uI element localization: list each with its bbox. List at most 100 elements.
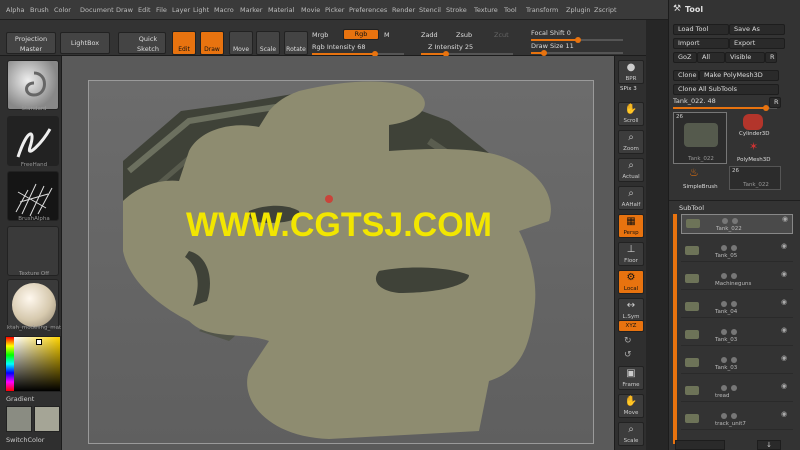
freehand-stroke-thumb[interactable] [7,116,59,166]
tray-divider[interactable] [646,20,668,450]
subtool-row-0[interactable]: ◉ Tank_022 [681,214,793,234]
projection-master-button[interactable]: Projection Master [6,32,56,54]
xyz-button[interactable]: XYZ [618,320,644,332]
frame-button[interactable]: ▣ Frame [618,366,644,390]
standard-brush-thumb[interactable] [7,60,59,110]
menu-zscript[interactable]: Zscript [594,6,617,14]
tool-thumb-tank-2[interactable]: 26 Tank_022 [729,166,781,190]
clone-all-subtools-button[interactable]: Clone All SubTools [673,84,779,95]
local-button[interactable]: ⚙ Local [618,270,644,294]
menu-render[interactable]: Render [392,6,415,14]
menu-tool[interactable]: Tool [504,6,517,14]
edit-button[interactable]: Edit [172,31,196,55]
zsub-toggle[interactable]: Zsub [456,31,472,39]
rotate-axis-icon[interactable]: ↻ [624,336,632,346]
import-button[interactable]: Import [673,38,729,49]
persp-button[interactable]: ▦ Persp [618,214,644,238]
color-cursor-icon[interactable] [36,339,42,345]
menu-light[interactable]: Light [193,6,209,14]
scale-view-button[interactable]: ⌕ Scale [618,422,644,446]
all-button[interactable]: All [697,52,725,63]
menu-stroke[interactable]: Stroke [446,6,467,14]
move-button[interactable]: Move [229,31,253,55]
menu-macro[interactable]: Macro [214,6,234,14]
quick-sketch-button[interactable]: Quick Sketch [118,32,166,54]
subtool-row-7[interactable]: ◉ track_unit7 [681,410,793,430]
cylinder-icon[interactable] [743,114,763,130]
actual-button[interactable]: ⌕ Actual [618,158,644,182]
goz-r-button[interactable]: R [765,52,777,63]
menu-zplugin[interactable]: Zplugin [566,6,591,14]
lightbox-button[interactable]: LightBox [60,32,110,54]
polymesh-star-icon[interactable]: ✶ [749,140,758,153]
switch-color-button[interactable]: SwitchColor [6,436,44,444]
focal-shift-slider[interactable] [531,37,623,43]
simplebrush-icon[interactable]: ♨ [689,166,699,179]
tank-model[interactable]: WWW.CGTSJ.COM [89,81,595,445]
load-tool-button[interactable]: Load Tool [673,24,729,35]
menu-edit[interactable]: Edit [138,6,151,14]
spix-label[interactable]: SPix 3 [620,86,637,92]
menu-marker[interactable]: Marker [240,6,262,14]
lsym-button[interactable]: ↔ L.Sym [618,298,644,322]
hue-strip[interactable] [6,337,14,391]
menu-picker[interactable]: Picker [325,6,344,14]
tool-thumb-tank[interactable]: 26 Tank_022 [673,112,727,164]
subtool-row-6[interactable]: ◉ tread [681,382,793,402]
rgb-toggle[interactable]: Rgb [343,29,379,40]
menu-alpha[interactable]: Alpha [6,6,24,14]
main-color-swatch[interactable] [6,406,32,432]
subtool-row-4[interactable]: ◉ Tank_03 [681,326,793,346]
canvas[interactable]: WWW.CGTSJ.COM [88,80,594,444]
subtool-row-3[interactable]: ◉ Tank_04 [681,298,793,318]
subtool-header[interactable]: SubTool [679,204,704,212]
current-tool-slider[interactable]: Tank_022. 48 [673,97,777,111]
color-picker[interactable] [5,336,61,392]
m-toggle[interactable]: M [384,31,390,39]
bpr-button[interactable]: ● BPR [618,60,644,84]
menu-stencil[interactable]: Stencil [419,6,441,14]
move-view-button[interactable]: ✋ Move [618,394,644,418]
move-down-arrow-icon[interactable]: ↓ [757,440,781,450]
z-intensity-slider[interactable] [421,51,513,57]
scroll-button[interactable]: ✋ Scroll [618,102,644,126]
brush-alpha-thumb[interactable] [7,171,59,221]
save-as-button[interactable]: Save As [729,24,785,35]
floor-button[interactable]: ⊥ Floor [618,242,644,266]
mrgb-toggle[interactable]: Mrgb [312,31,328,39]
draw-size-slider[interactable] [531,50,623,56]
rotate-button[interactable]: Rotate [284,31,308,55]
zoom-button[interactable]: ⌕ Zoom [618,130,644,154]
subtool-row-5[interactable]: ◉ Tank_03 [681,354,793,374]
saturation-value-square[interactable] [14,337,60,391]
goz-button[interactable]: GoZ [673,52,697,63]
menu-material[interactable]: Material [268,6,294,14]
scale-button[interactable]: Scale [256,31,280,55]
menu-brush[interactable]: Brush [30,6,49,14]
zadd-toggle[interactable]: Zadd [421,31,438,39]
material-thumb[interactable] [7,279,59,329]
tool-palette-title[interactable]: Tool [685,5,703,14]
rgb-intensity-slider[interactable] [312,51,404,57]
menu-movie[interactable]: Movie [301,6,320,14]
tool-r-button[interactable]: R [769,97,781,108]
list-all-button[interactable] [675,440,725,450]
subtool-row-2[interactable]: ◉ Machineguns [681,270,793,290]
rotate-z-icon[interactable]: ↺ [624,350,632,360]
clone-button[interactable]: Clone [673,70,699,81]
menu-file[interactable]: File [156,6,167,14]
menu-draw[interactable]: Draw [116,6,133,14]
menu-color[interactable]: Color [54,6,71,14]
gradient-label[interactable]: Gradient [6,395,34,403]
draw-button[interactable]: Draw [200,31,224,55]
menu-layer[interactable]: Layer [172,6,190,14]
visible-button[interactable]: Visible [725,52,765,63]
menu-transform[interactable]: Transform [526,6,558,14]
make-polymesh-button[interactable]: Make PolyMesh3D [699,70,779,81]
menu-document[interactable]: Document [80,6,114,14]
secondary-color-swatch[interactable] [34,406,60,432]
export-button[interactable]: Export [729,38,785,49]
subtool-row-1[interactable]: ◉ Tank_05 [681,242,793,262]
subtool-scrollbar[interactable] [673,214,677,444]
menu-texture[interactable]: Texture [474,6,498,14]
